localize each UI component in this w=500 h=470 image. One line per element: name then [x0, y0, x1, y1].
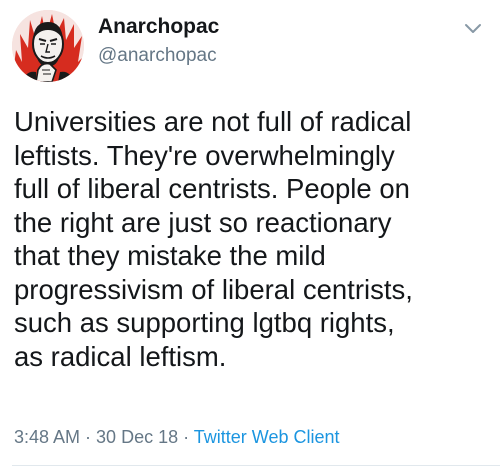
handle[interactable]: @anarchopac [98, 44, 219, 68]
meta-separator: · [178, 427, 194, 447]
chevron-down-icon[interactable] [464, 22, 482, 34]
tweet-header: Anarchopac @anarchopac [12, 10, 488, 86]
meta-separator: · [80, 427, 97, 447]
tweet-card: Anarchopac @anarchopac Universities are … [0, 0, 500, 470]
display-name[interactable]: Anarchopac [98, 14, 219, 40]
avatar[interactable] [12, 10, 84, 82]
avatar-illustration-icon [12, 10, 84, 82]
tweet-time[interactable]: 3:48 AM [14, 427, 80, 447]
tweet-client-link[interactable]: Twitter Web Client [194, 427, 340, 447]
divider [12, 465, 500, 466]
tweet-text: Universities are not full of radical lef… [14, 106, 413, 372]
tweet-date[interactable]: 30 Dec 18 [96, 427, 178, 447]
author-names: Anarchopac @anarchopac [98, 14, 219, 68]
tweet-meta: 3:48 AM · 30 Dec 18 · Twitter Web Client [14, 425, 340, 449]
